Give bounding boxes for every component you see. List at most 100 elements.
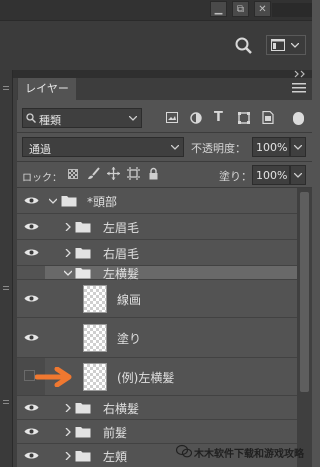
- layer-row[interactable]: 左眉毛: [17, 214, 297, 240]
- visibility-toggle[interactable]: [17, 214, 45, 239]
- dock-header: [12, 70, 312, 78]
- chevron-right-icon[interactable]: [64, 223, 72, 231]
- layer-name: 左頬: [103, 450, 128, 464]
- chevron-right-icon[interactable]: [64, 404, 72, 412]
- folder-icon: [75, 427, 91, 438]
- brush-icon[interactable]: [87, 167, 100, 180]
- filter-adjustment-icon[interactable]: [190, 112, 202, 124]
- eye-icon: [24, 428, 39, 435]
- lock-transparent-icon[interactable]: [68, 169, 78, 179]
- chevron-down-icon: [129, 116, 137, 121]
- layer-name: 塗り: [117, 332, 142, 346]
- visibility-toggle[interactable]: [17, 266, 45, 279]
- chevron-down-icon[interactable]: [64, 269, 72, 277]
- visibility-toggle[interactable]: [17, 240, 45, 265]
- eye-icon: [24, 223, 39, 230]
- minimize-icon[interactable]: ▁: [210, 1, 227, 17]
- restore-icon[interactable]: ⧉: [232, 1, 249, 17]
- layer-thumbnail: [83, 285, 107, 313]
- folder-icon: [61, 196, 77, 207]
- fill-input[interactable]: 100%: [252, 165, 290, 185]
- dock-collapse-icon[interactable]: [294, 70, 308, 78]
- filter-toggle[interactable]: [293, 112, 304, 125]
- filter-text-icon[interactable]: T: [214, 110, 223, 125]
- visibility-toggle[interactable]: [17, 318, 45, 357]
- layer-name: 前髮: [103, 426, 128, 440]
- watermark-logo-icon: [176, 444, 192, 458]
- visibility-toggle[interactable]: [17, 280, 45, 317]
- grip-icon[interactable]: [3, 86, 9, 90]
- move-icon[interactable]: [107, 167, 120, 180]
- layer-name: 線画: [117, 293, 142, 307]
- collapsed-panel-strip: [0, 70, 13, 467]
- layer-row[interactable]: 前髮: [17, 420, 297, 444]
- visibility-toggle[interactable]: [17, 188, 45, 213]
- layer-name: *頭部: [87, 195, 118, 209]
- layer-row[interactable]: (例)左横髮: [17, 358, 297, 396]
- search-icon: [26, 113, 36, 123]
- filter-value: 種類: [39, 114, 61, 127]
- blend-mode-value: 通過: [29, 143, 51, 156]
- fill-dropdown[interactable]: [290, 165, 306, 185]
- folder-icon: [75, 451, 91, 462]
- layer-name: 右横髮: [103, 402, 140, 416]
- layer-row[interactable]: 左横髮: [17, 266, 297, 281]
- visibility-toggle[interactable]: [17, 444, 45, 467]
- divider: [17, 132, 312, 133]
- filter-shape-icon[interactable]: [238, 112, 250, 124]
- hidden-visibility-box: [24, 370, 35, 381]
- chevron-right-icon[interactable]: [64, 428, 72, 436]
- grip-icon[interactable]: [3, 400, 9, 404]
- divider: [17, 161, 312, 162]
- eye-icon: [24, 334, 39, 341]
- artboard-icon[interactable]: [127, 167, 140, 180]
- eye-icon: [24, 295, 39, 302]
- grip-icon[interactable]: [3, 286, 9, 290]
- visibility-toggle[interactable]: [17, 396, 45, 419]
- watermark-text: 木木软件下载和游戏攻略: [194, 449, 304, 460]
- blend-mode-select[interactable]: 通過: [22, 137, 184, 157]
- opacity-dropdown[interactable]: [290, 137, 306, 157]
- layer-filter-select[interactable]: 種類: [22, 108, 142, 128]
- panel-menu-icon[interactable]: [292, 82, 306, 94]
- arrow-icon: [35, 367, 72, 387]
- lock-label: ロック：: [22, 173, 62, 184]
- folder-icon: [75, 248, 91, 259]
- folder-icon: [75, 222, 91, 233]
- workspace-switcher[interactable]: [266, 35, 306, 55]
- close-icon[interactable]: ✕: [254, 1, 271, 17]
- workspace-icon: [271, 39, 285, 51]
- eye-icon: [24, 197, 39, 204]
- eye-icon: [24, 249, 39, 256]
- layer-name: 右眉毛: [103, 247, 140, 261]
- layer-name: 左眉毛: [103, 221, 140, 235]
- filter-image-icon[interactable]: [166, 112, 178, 123]
- scrollbar-thumb[interactable]: [300, 192, 309, 392]
- fill-value: 100%: [256, 169, 288, 182]
- layer-row[interactable]: *頭部: [17, 188, 297, 214]
- eye-icon: [24, 452, 39, 459]
- layer-row[interactable]: 右横髮: [17, 396, 297, 420]
- chevron-down-icon: [294, 173, 302, 178]
- layer-row[interactable]: 右眉毛: [17, 240, 297, 266]
- chevron-down-icon: [291, 43, 299, 48]
- filter-smart-icon[interactable]: [262, 111, 274, 124]
- title-bar-spacer: [272, 3, 312, 17]
- lock-icon[interactable]: [148, 167, 159, 180]
- chevron-down-icon[interactable]: [49, 197, 57, 205]
- chevron-right-icon[interactable]: [64, 452, 72, 460]
- visibility-toggle[interactable]: [17, 420, 45, 443]
- layer-row[interactable]: 塗り: [17, 318, 297, 358]
- eye-icon: [24, 404, 39, 411]
- layer-name: (例)左横髮: [117, 371, 175, 385]
- search-icon[interactable]: [234, 36, 254, 56]
- chevron-down-icon: [171, 145, 179, 150]
- opacity-input[interactable]: 100%: [252, 137, 290, 157]
- tab-layers[interactable]: レイヤー: [18, 78, 76, 100]
- layer-thumbnail: [83, 363, 107, 391]
- folder-icon: [75, 403, 91, 414]
- watermark: 木木软件下载和游戏攻略: [176, 442, 312, 462]
- layer-row[interactable]: 線画: [17, 280, 297, 318]
- chevron-right-icon[interactable]: [64, 249, 72, 257]
- opacity-value: 100%: [256, 141, 288, 154]
